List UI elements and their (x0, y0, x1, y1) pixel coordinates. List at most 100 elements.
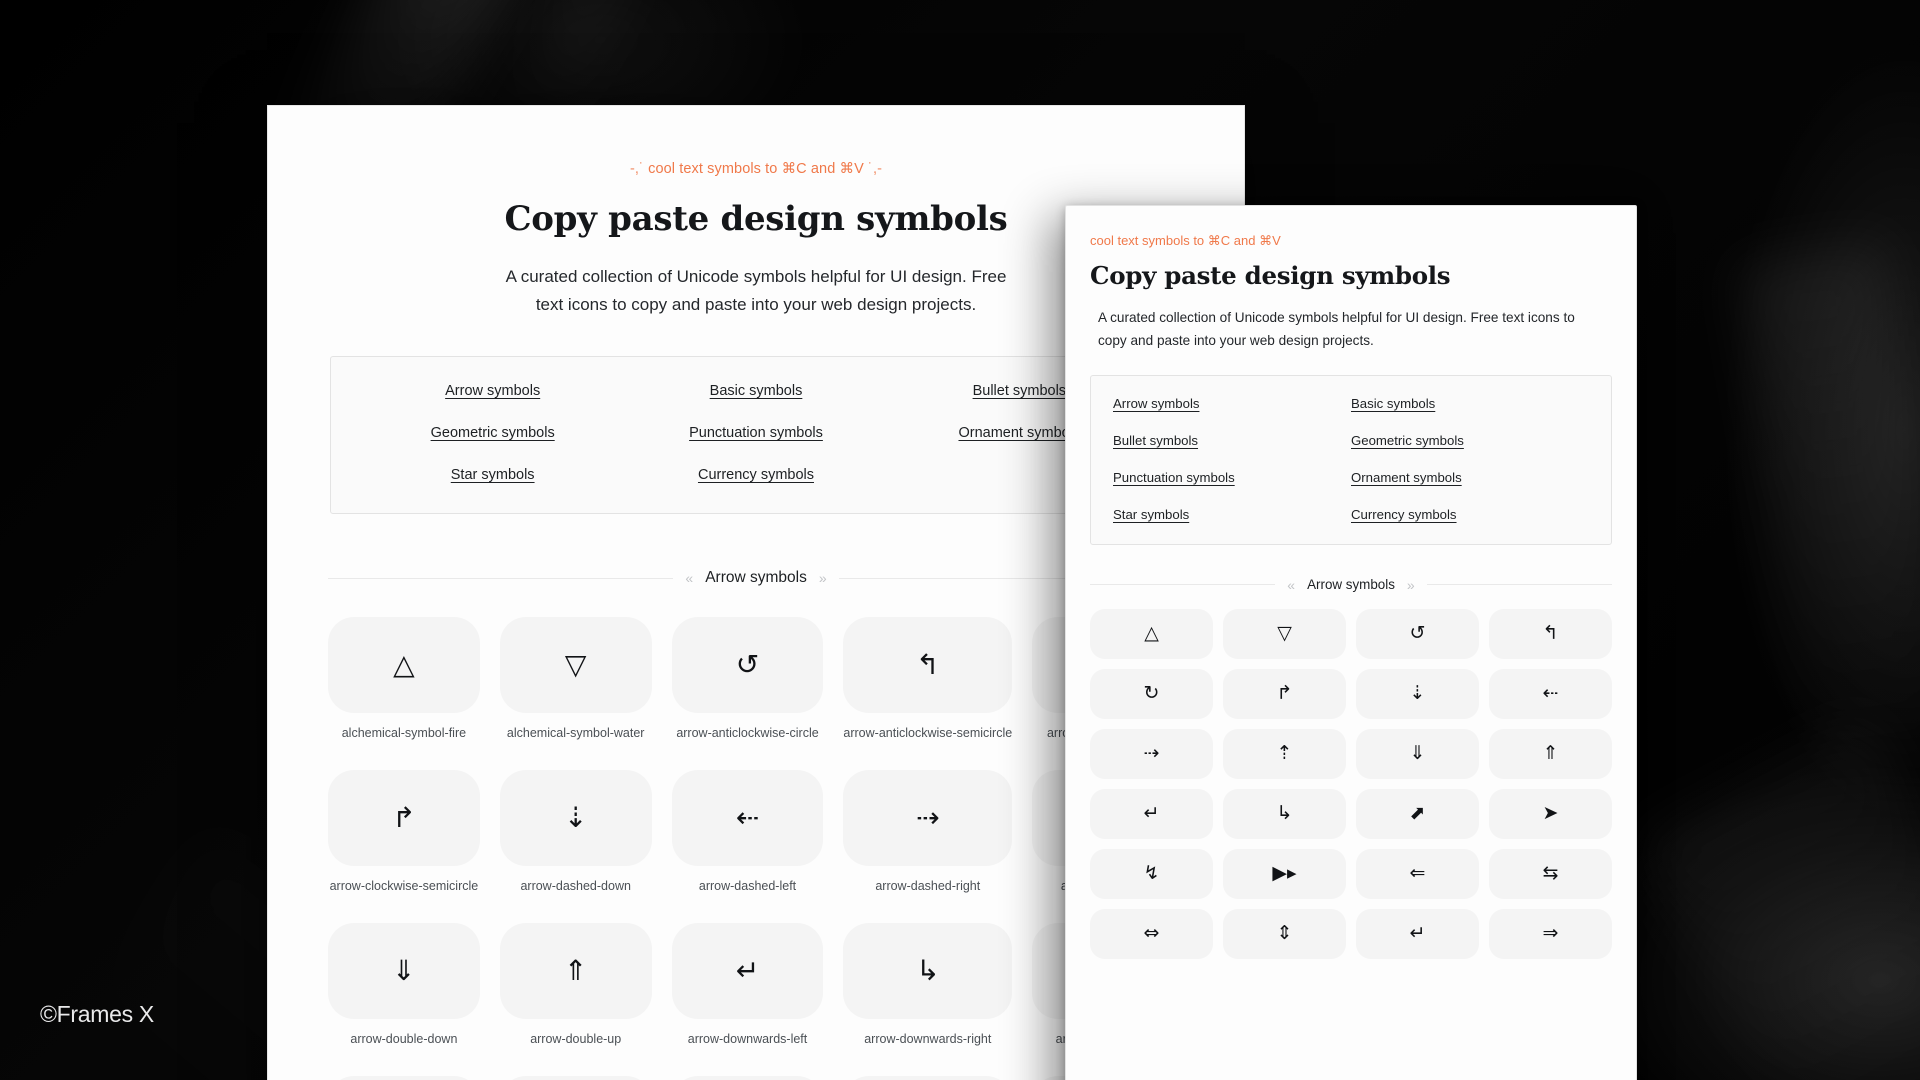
mobile-tagline: cool text symbols to ⌘C and ⌘V (1090, 233, 1281, 248)
symbol-card[interactable]: △ (328, 617, 480, 714)
symbol-card[interactable]: △ (1090, 608, 1213, 659)
desktop-tagline-text: cool text symbols to ⌘C and ⌘V (648, 161, 864, 177)
symbol-card[interactable]: ⬈ (1356, 788, 1479, 839)
mobile-category-link[interactable]: Currency symbols (1351, 507, 1589, 522)
symbol-card[interactable]: ↵ (1090, 788, 1213, 839)
symbol-card[interactable]: ⇥ (843, 1076, 1013, 1080)
mobile-section-title: Arrow symbols (1307, 577, 1395, 593)
symbol-card[interactable]: ⇣ (1356, 668, 1479, 719)
symbol-label: arrow-anticlockwise-circle (676, 726, 819, 741)
symbol-cell: ↱ arrow-clockwise-semicircle (328, 770, 480, 915)
desktop-category-link[interactable]: Star symbols (451, 467, 535, 483)
symbol-card[interactable]: ↺ (671, 617, 824, 714)
mobile-description: A curated collection of Unicode symbols … (1098, 310, 1575, 348)
symbol-card[interactable]: ⇕ (1223, 908, 1346, 959)
desktop-category-linkbox: Arrow symbols Basic symbols Bullet symbols… (330, 356, 1182, 515)
symbol-card[interactable]: ⇆ (1489, 848, 1612, 899)
symbol-cell: ↳ arrow-downwards-right (843, 923, 1013, 1068)
symbol-card[interactable]: ⇒ (1489, 908, 1612, 959)
symbol-cell: ↠arrow-right-two-head (499, 1076, 652, 1080)
symbol-card[interactable]: ⇑ (1489, 728, 1612, 779)
symbol-card[interactable]: ⇢ (1090, 728, 1213, 779)
symbol-cell: ⇣ arrow-dashed-down (499, 770, 652, 915)
mobile-category-link[interactable]: Arrow symbols (1113, 396, 1351, 411)
symbol-card[interactable]: ⇣ (499, 770, 652, 867)
symbol-card[interactable]: ↻ (1090, 668, 1213, 719)
symbol-label: arrow-dashed-left (698, 879, 797, 894)
desktop-symbol-grid: △ alchemical-symbol-fire ▽ alchemical-symbo… (328, 617, 1184, 1080)
desktop-category-link[interactable]: Currency symbols (698, 467, 814, 483)
symbol-card[interactable]: ▶▸ (1223, 848, 1346, 899)
symbol-label: arrow-dashed-right (875, 879, 981, 894)
mobile-preview-panel: cool text symbols to ⌘C and ⌘V Copy past… (1065, 205, 1637, 1080)
desktop-page-title: Copy paste design symbols (504, 199, 1008, 239)
symbol-cell: ↰ arrow-anticlockwise-semicircle (843, 617, 1013, 762)
symbol-label: arrow-clockwise-semicircle (329, 879, 479, 894)
mobile-category-link[interactable]: Punctuation symbols (1113, 470, 1351, 485)
symbol-card[interactable]: ↳ (1223, 788, 1346, 839)
desktop-category-link[interactable]: Arrow symbols (445, 383, 540, 399)
symbol-label: arrow-anticlockwise-semicircle (843, 726, 1013, 741)
symbol-card[interactable]: ↺ (1356, 608, 1479, 659)
mobile-category-link[interactable]: Basic symbols (1351, 396, 1589, 411)
symbol-card[interactable]: ⇤ (671, 1076, 824, 1080)
mobile-category-link[interactable]: Star symbols (1113, 507, 1351, 522)
desktop-category-link[interactable]: Geometric symbols (431, 425, 555, 441)
symbol-card[interactable]: ⇑ (499, 923, 652, 1020)
light-streak-icon (1635, 718, 1920, 1080)
symbol-card[interactable]: ⇔ (1090, 908, 1213, 959)
symbol-card[interactable]: ➤ (1489, 788, 1612, 839)
frames-x-watermark: ©Frames X (40, 1001, 154, 1027)
symbol-label: alchemical-symbol-fire (341, 726, 467, 741)
symbol-card[interactable]: ↠ (499, 1076, 652, 1080)
symbol-card[interactable]: ⇠ (1489, 668, 1612, 719)
symbol-card[interactable]: ▽ (1223, 608, 1346, 659)
symbol-cell: ⇥arrow-bar-right (843, 1076, 1013, 1080)
desktop-section-title: Arrow symbols (705, 569, 807, 587)
symbol-cell: ⇠ arrow-dashed-left (671, 770, 824, 915)
symbol-card[interactable]: ↳ (843, 923, 1013, 1020)
section-divider-right (1426, 584, 1612, 586)
symbol-card[interactable]: ▽ (499, 617, 652, 714)
symbol-cell: ▽ alchemical-symbol-water (499, 617, 652, 762)
sparkle-left-icon: -,˙ (629, 161, 644, 177)
desktop-category-link[interactable]: Bullet symbols (973, 383, 1066, 399)
symbol-card[interactable]: ↡ (328, 1076, 480, 1080)
symbol-cell: ↺ arrow-anticlockwise-circle (671, 617, 824, 762)
guillemet-left-icon: « (685, 570, 694, 587)
desktop-category-link[interactable]: Punctuation symbols (689, 425, 823, 441)
desktop-tagline: -,˙ cool text symbols to ⌘C and ⌘V ˙,- (328, 161, 1184, 177)
symbol-card[interactable]: ↱ (328, 770, 480, 867)
section-divider-left (328, 577, 674, 579)
mobile-category-link[interactable]: Bullet symbols (1113, 433, 1351, 448)
sparkle-right-icon: ˙,- (868, 161, 883, 177)
symbol-card[interactable]: ↱ (1223, 668, 1346, 719)
symbol-card[interactable]: ⇓ (1356, 728, 1479, 779)
desktop-category-link[interactable]: Ornament symbols (958, 425, 1080, 441)
symbol-label: arrow-dashed-down (520, 879, 631, 894)
symbol-card[interactable]: ⇓ (328, 923, 480, 1020)
mobile-category-link[interactable]: Ornament symbols (1351, 470, 1589, 485)
section-divider-left (1090, 584, 1276, 586)
symbol-label: arrow-double-down (350, 1032, 458, 1047)
mobile-symbol-grid: △ ▽ ↺ ↰ ↻ ↱ ⇣ ⇠ ⇢ ⇡ ⇓ ⇑ ↵ ↳ ⬈ ➤ ↯ ▶▸ ⇐ ⇆ ⇔ ⇕ ↵ ⇒ (1090, 608, 1612, 959)
mobile-page-title: Copy paste design symbols (1090, 261, 1451, 290)
symbol-card[interactable]: ↯ (1090, 848, 1213, 899)
symbol-card[interactable]: ⇠ (671, 770, 824, 867)
symbol-card[interactable]: ⇐ (1356, 848, 1479, 899)
symbol-cell: ⇤arrow-bar-left (671, 1076, 824, 1080)
mobile-section-header: « Arrow symbols » (1090, 577, 1612, 593)
symbol-card[interactable]: ⇢ (843, 770, 1013, 867)
mobile-category-linkbox: Arrow symbols Basic symbols Bullet symbols… (1090, 374, 1612, 545)
guillemet-right-icon: » (818, 570, 827, 587)
symbol-card[interactable]: ⇡ (1223, 728, 1346, 779)
desktop-category-link[interactable]: Basic symbols (710, 383, 803, 399)
symbol-label: arrow-double-up (530, 1032, 622, 1047)
desktop-section-header: « Arrow symbols » (328, 569, 1185, 587)
symbol-card[interactable]: ↰ (843, 617, 1013, 714)
symbol-card[interactable]: ↵ (671, 923, 824, 1020)
symbol-cell: ↵ arrow-downwards-left (671, 923, 824, 1068)
mobile-category-link[interactable]: Geometric symbols (1351, 433, 1589, 448)
symbol-card[interactable]: ↰ (1489, 608, 1612, 659)
symbol-card[interactable]: ↵ (1356, 908, 1479, 959)
